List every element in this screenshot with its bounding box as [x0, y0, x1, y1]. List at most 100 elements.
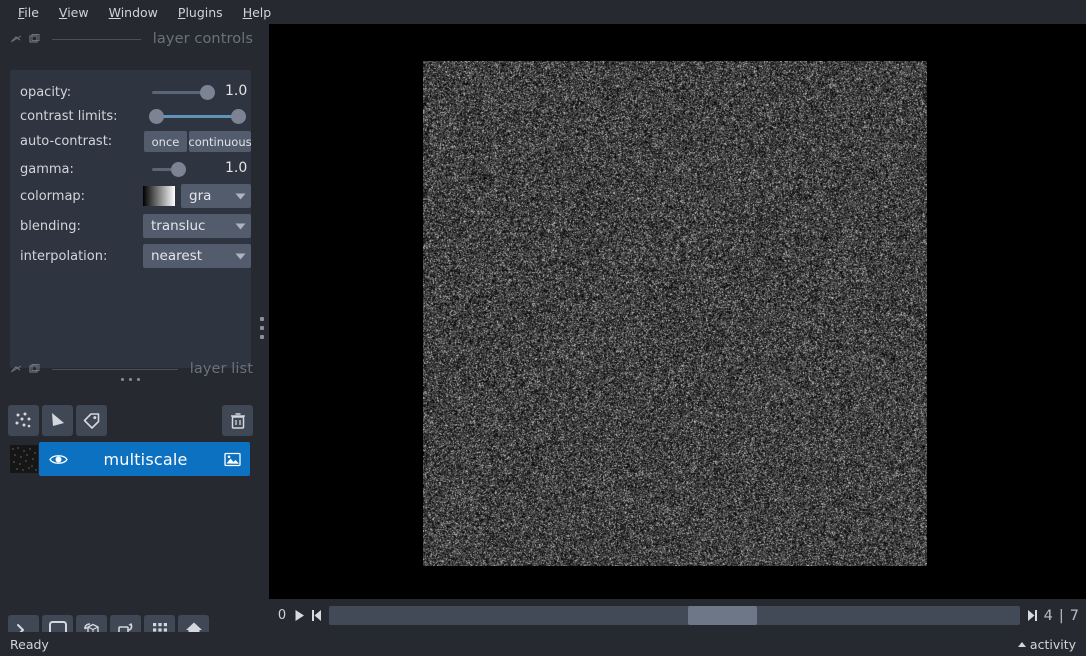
- layer-controls-panel: opacity: 1.0 contrast limits: auto-contr…: [10, 70, 251, 368]
- gamma-value: 1.0: [225, 160, 247, 176]
- opacity-slider-handle[interactable]: [200, 85, 215, 100]
- gamma-slider-handle[interactable]: [171, 162, 186, 177]
- new-labels-layer-button[interactable]: [76, 405, 107, 436]
- menu-help[interactable]: Help: [233, 3, 282, 22]
- blending-field: transluc: [143, 214, 251, 238]
- interpolation-combobox[interactable]: nearest: [143, 244, 251, 268]
- eye-icon: [49, 453, 68, 466]
- new-shapes-layer-button[interactable]: [42, 405, 73, 436]
- auto-contrast-label: auto-contrast:: [20, 134, 112, 149]
- contrast-limits-label: contrast limits:: [20, 109, 118, 124]
- menu-view[interactable]: View: [49, 3, 99, 22]
- gamma-label: gamma:: [20, 162, 74, 177]
- play-icon: [294, 609, 305, 622]
- menu-window[interactable]: Window: [99, 3, 168, 22]
- colormap-swatch: [143, 186, 175, 206]
- layer-row-body[interactable]: multiscale: [39, 442, 250, 476]
- float-dock-icon[interactable]: [10, 363, 22, 375]
- menu-file[interactable]: File: [8, 3, 49, 22]
- dim-slider-track[interactable]: [329, 606, 1020, 625]
- contrast-limits-row: contrast limits:: [10, 104, 251, 128]
- menu-accelerator: V: [59, 5, 67, 20]
- layer-type-indicator: [214, 452, 250, 467]
- dim-separator: |: [1056, 608, 1067, 624]
- menu-label-rest: ile: [24, 5, 39, 20]
- layer-visibility-toggle[interactable]: [39, 453, 77, 466]
- auto-contrast-field: once continuous: [143, 129, 251, 153]
- colormap-value: gra: [181, 188, 229, 204]
- splitter-dot: [260, 326, 264, 330]
- contrast-limits-high-handle[interactable]: [231, 109, 246, 124]
- points-icon: [14, 411, 33, 430]
- labels-tag-icon: [82, 411, 101, 430]
- blending-value: transluc: [143, 218, 229, 234]
- interpolation-row: interpolation: nearest: [10, 244, 251, 268]
- layer-list: multiscale: [8, 442, 253, 602]
- interpolation-field: nearest: [143, 244, 251, 268]
- contrast-limits-range-fill: [156, 115, 238, 118]
- chevron-up-icon: [1018, 642, 1026, 647]
- menu-label-rest: elp: [252, 5, 271, 20]
- menu-plugins[interactable]: Plugins: [168, 3, 233, 22]
- contrast-limits-field: [143, 104, 251, 128]
- contrast-limits-low-handle[interactable]: [149, 109, 164, 124]
- shapes-icon: [48, 411, 67, 430]
- auto-contrast-continuous-button[interactable]: continuous: [189, 131, 251, 152]
- colormap-label: colormap:: [20, 189, 85, 204]
- new-points-layer-button[interactable]: [8, 405, 39, 436]
- splitter-dot: [260, 335, 264, 339]
- layer-list-toolbar: [8, 405, 253, 436]
- layer-name-label: multiscale: [77, 450, 214, 469]
- colormap-field: gra: [143, 184, 251, 208]
- close-dock-icon[interactable]: [28, 33, 40, 45]
- blending-label: blending:: [20, 219, 81, 234]
- interpolation-label: interpolation:: [20, 249, 107, 264]
- next-frame-button[interactable]: [1024, 606, 1041, 626]
- opacity-field: 1.0: [143, 80, 251, 104]
- blending-row: blending: transluc: [10, 214, 251, 238]
- layer-controls-dock-title: layer controls: [0, 28, 261, 50]
- delete-layer-button[interactable]: [222, 405, 253, 436]
- opacity-value: 1.0: [225, 83, 247, 99]
- dim-current-value: 4: [1041, 608, 1056, 624]
- step-forward-icon: [1027, 609, 1038, 622]
- auto-contrast-row: auto-contrast: once continuous: [10, 129, 251, 153]
- image-icon: [224, 452, 241, 467]
- napari-viewer-window: File View Window Plugins Help layer controls…: [0, 0, 1086, 656]
- layer-list-item-multiscale[interactable]: multiscale: [8, 442, 253, 476]
- menu-label-rest: lugins: [185, 5, 222, 20]
- dim-slider-handle[interactable]: [688, 606, 757, 625]
- dim-axis-label: 0: [273, 608, 291, 623]
- menu-label-rest: indow: [121, 5, 158, 20]
- layer-list-dock-title: layer list: [0, 358, 261, 380]
- status-message: Ready: [10, 637, 49, 652]
- blending-combobox[interactable]: transluc: [143, 214, 251, 238]
- close-dock-icon[interactable]: [28, 363, 40, 375]
- chevron-down-icon: [229, 184, 251, 208]
- layer-controls-title: layer controls: [153, 31, 253, 47]
- dock-title-divider: [52, 369, 178, 370]
- opacity-row: opacity: 1.0: [10, 80, 251, 104]
- viewer-canvas[interactable]: [269, 24, 1086, 599]
- dock-splitter-vertical[interactable]: [255, 24, 269, 632]
- dock-title-divider: [52, 39, 141, 40]
- dim-total-value: 7: [1067, 608, 1082, 624]
- trash-icon: [229, 412, 247, 430]
- float-dock-icon[interactable]: [10, 33, 22, 45]
- menu-accelerator: W: [109, 5, 121, 20]
- gamma-row: gamma: 1.0: [10, 157, 251, 181]
- menu-bar: File View Window Plugins Help: [0, 0, 1086, 24]
- chevron-down-icon: [229, 214, 251, 238]
- gamma-field: 1.0: [143, 157, 251, 181]
- activity-button[interactable]: activity: [1018, 637, 1076, 652]
- colormap-combobox[interactable]: gra: [181, 184, 251, 208]
- splitter-dot: [260, 317, 264, 321]
- auto-contrast-once-button[interactable]: once: [144, 131, 187, 152]
- layer-list-title: layer list: [190, 361, 253, 377]
- previous-frame-button[interactable]: [308, 606, 325, 626]
- chevron-down-icon: [229, 244, 251, 268]
- status-bar: Ready activity: [0, 632, 1086, 656]
- image-layer-multiscale[interactable]: [423, 61, 927, 566]
- play-button[interactable]: [291, 606, 308, 626]
- menu-label-rest: iew: [67, 5, 88, 20]
